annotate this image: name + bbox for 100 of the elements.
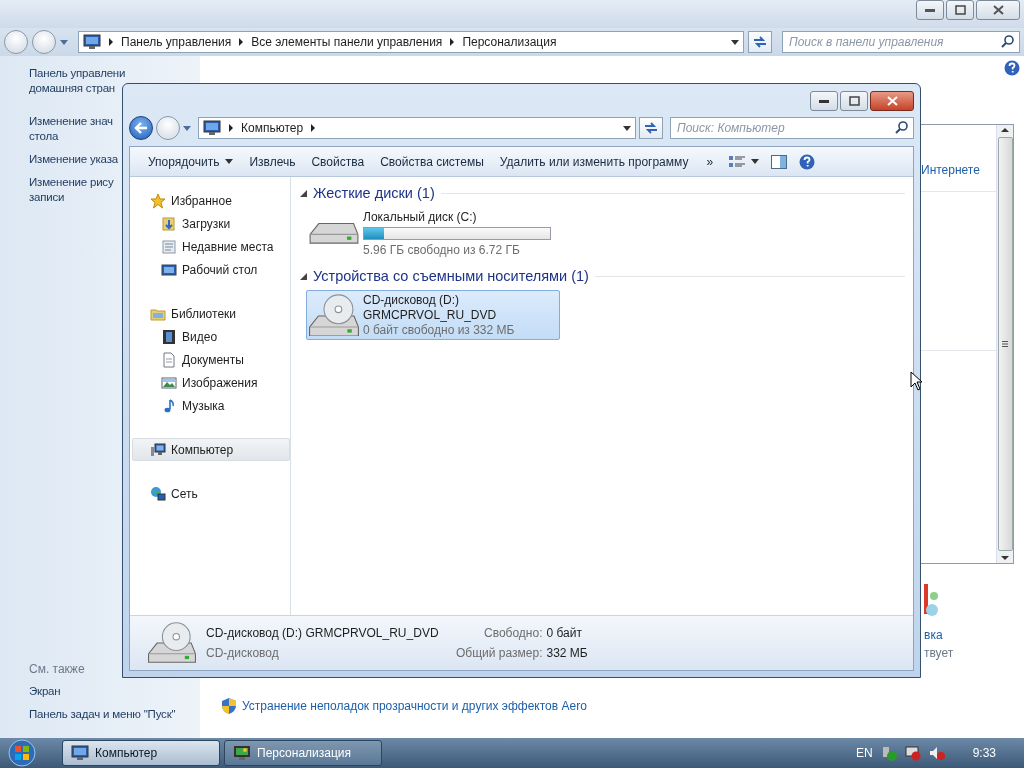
nav-item[interactable]: Загрузки [132,212,290,235]
network-status-icon[interactable] [904,745,921,761]
nav-item[interactable]: Избранное [132,189,290,212]
field-label: Общий размер: [456,646,543,660]
clock[interactable]: 9:33 [972,746,996,760]
search-field[interactable]: Поиск в панели управления [782,31,1020,53]
restore-icon [954,5,966,15]
nav-item[interactable]: Сеть [132,482,290,505]
collapse-triangle-icon[interactable] [300,272,307,280]
recent-places-icon [161,238,177,255]
back-button[interactable] [129,116,153,140]
sidebar-link[interactable]: Изменение указа [29,152,118,167]
screensaver-link[interactable]: вка [924,628,943,642]
desktop-icon [161,261,177,278]
toolbar-button[interactable]: Свойства [303,149,373,174]
sidebar-link[interactable]: Изменение знач [29,114,113,129]
sidebar-link[interactable]: Панель управлени [29,66,126,81]
sidebar-link[interactable]: Изменение рису [29,175,114,190]
group-heading: Жесткие диски (1) [313,185,435,201]
download-folder-icon [161,215,177,232]
forward-button[interactable] [32,30,56,54]
maximize-icon [848,96,860,106]
nav-item[interactable]: Рабочий стол [132,258,290,281]
maximize-button[interactable] [840,91,868,111]
shield-icon [222,698,236,714]
toolbar-button[interactable]: Свойства системы [372,149,492,174]
search-icon[interactable] [1001,35,1014,48]
address-bar[interactable]: Компьютер [198,117,636,139]
breadcrumb[interactable]: Компьютер [241,121,304,135]
close-icon [992,5,1004,15]
nav-item[interactable]: Библиотеки [132,302,290,325]
taskbar-button[interactable]: Компьютер [62,740,220,766]
drive-name: CD-дисковод (D:) [363,293,461,307]
minimize-icon [819,99,829,103]
toolbar-button[interactable]: Упорядочить [140,149,242,174]
drive-tile[interactable]: Локальный диск (C:) 5.96 ГБ свободно из 6.72 ГБ [306,207,560,260]
breadcrumb[interactable]: Персонализация [462,35,557,49]
close-button[interactable] [976,0,1020,20]
search-field[interactable]: Поиск: Компьютер [670,117,914,139]
details-type: CD-дисковод [206,646,280,660]
display-icon [233,745,251,761]
control-panel-icon [83,34,101,50]
network-globe-icon [150,485,166,502]
scroll-up-icon[interactable] [1001,125,1009,135]
minimize-button[interactable] [916,0,944,20]
picture-icon [161,374,177,391]
caret-icon [623,125,631,131]
toolbar-button[interactable]: Удалить или изменить программу [491,149,697,174]
help-icon[interactable] [799,153,816,170]
details-title: CD-дисковод (D:) GRMCPRVOL_RU_DVD [206,626,440,640]
star-icon [150,192,166,209]
chevron-icon[interactable] [310,124,317,132]
nav-item[interactable]: Изображения [132,371,290,394]
field-value: 0 байт [546,626,583,640]
language-indicator[interactable]: EN [855,746,873,760]
see-also-heading: См. также [29,662,85,676]
taskbar-button[interactable]: Персонализация [224,740,382,766]
chevron-icon[interactable] [108,38,114,46]
restore-button[interactable] [946,0,974,20]
troubleshoot-link[interactable]: Устранение неполадок прозрачности и других эффектов Aero [242,699,587,713]
search-icon[interactable] [895,121,908,134]
scrollbar[interactable] [996,125,1013,563]
sidebar-link[interactable]: стола [29,129,59,144]
chevron-icon[interactable] [228,124,234,132]
scroll-down-icon[interactable] [1001,553,1009,563]
sidebar-link[interactable]: записи [29,190,65,205]
field-label: Свободно: [482,626,543,640]
toolbar-button[interactable]: Извлечь [241,149,304,174]
see-also-link[interactable]: Экран [29,684,61,699]
nav-item[interactable]: Документы [132,348,290,371]
muted-speaker-icon[interactable] [928,745,945,761]
nav-item[interactable]: Компьютер [132,438,290,461]
recent-pages-caret-icon[interactable] [183,125,191,131]
collapse-triangle-icon[interactable] [300,189,307,197]
close-button[interactable] [870,91,914,111]
see-also-link[interactable]: Панель задач и меню "Пуск" [29,707,176,722]
more-commands-button[interactable]: » [696,149,724,174]
cd-drive-icon [309,293,359,337]
cd-drive-icon [148,622,196,664]
nav-item[interactable]: Видео [132,325,290,348]
recent-pages-caret-icon[interactable] [60,39,68,45]
help-icon[interactable] [1004,60,1020,76]
chevron-icon[interactable] [238,38,245,46]
nav-item[interactable]: Музыка [132,394,290,417]
group-heading: Устройства со съемными носителями (1) [313,268,589,284]
nav-item[interactable]: Недавние места [132,235,290,258]
action-center-icon[interactable] [880,745,897,761]
hard-drive-icon [309,223,359,244]
breadcrumb[interactable]: Панель управления [121,35,232,49]
screensaver-status: твует [924,646,954,660]
minimize-button[interactable] [810,91,838,111]
computer-icon [150,441,166,458]
sidebar-link[interactable]: домашняя стран [29,81,115,96]
grip-icon [1002,341,1008,347]
address-bar[interactable]: Панель управления Все элементы панели управления Персонализация [78,31,744,53]
breadcrumb[interactable]: Все элементы панели управления [251,35,443,49]
chevron-icon[interactable] [449,38,456,46]
free-space-text: 5.96 ГБ свободно из 6.72 ГБ [363,243,521,257]
back-arrow-icon [134,122,148,134]
drive-tile[interactable]: CD-дисковод (D:) GRMCPRVOL_RU_DVD 0 байт свободно из 332 МБ [306,290,560,340]
